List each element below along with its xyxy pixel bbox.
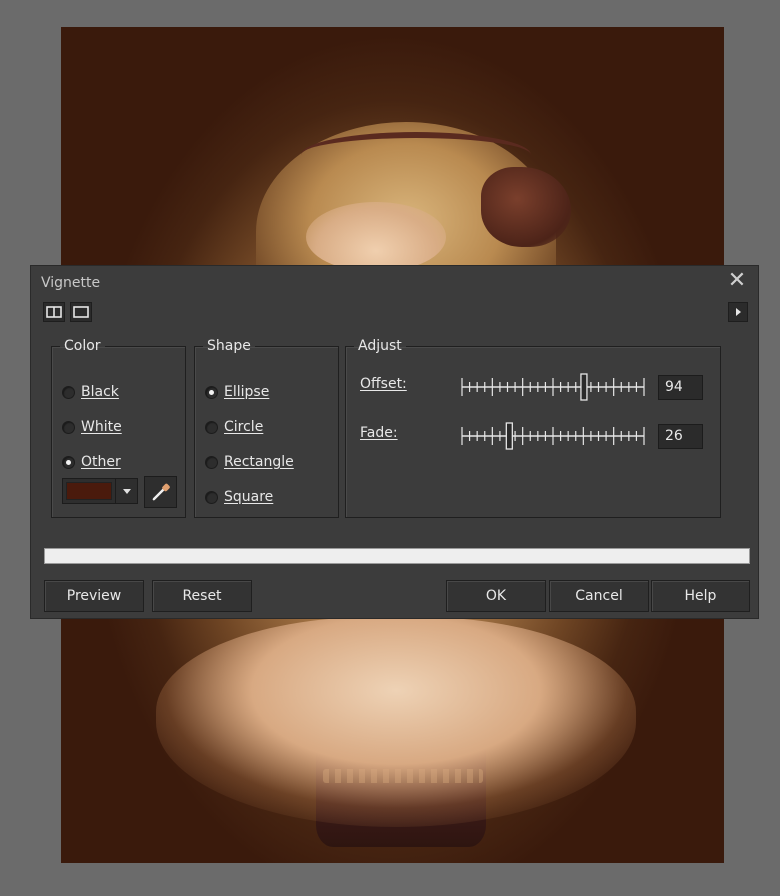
eyedropper-button[interactable] [144, 476, 177, 508]
radio-rectangle-label: Rectangle [224, 454, 294, 470]
radio-indicator [62, 420, 75, 434]
close-icon[interactable]: ✕ [726, 270, 748, 292]
adjust-group-legend: Adjust [358, 338, 402, 354]
photo-hands [156, 617, 636, 827]
color-swatch [66, 482, 112, 500]
radio-black[interactable]: Black [62, 382, 119, 402]
radio-indicator [205, 490, 218, 504]
radio-indicator-selected [62, 455, 75, 469]
eyedropper-icon [152, 483, 170, 501]
color-group-legend: Color [64, 338, 101, 354]
radio-circle[interactable]: Circle [205, 417, 263, 437]
reset-button[interactable]: Reset [152, 580, 252, 612]
radio-circle-label: Circle [224, 419, 264, 435]
radio-white[interactable]: White [62, 417, 122, 437]
radio-ellipse-label: Ellipse [224, 384, 270, 400]
split-view-icon[interactable] [43, 302, 65, 322]
shape-group: Shape Ellipse Circle Rectangle Square [194, 338, 339, 518]
radio-indicator [205, 455, 218, 469]
offset-slider[interactable] [458, 372, 648, 402]
radio-indicator [62, 385, 75, 399]
vignette-dialog: Vignette ✕ Color Black White Other Shape… [30, 265, 759, 619]
slider-thumb[interactable] [505, 422, 513, 450]
single-view-icon[interactable] [70, 302, 92, 322]
help-button[interactable]: Help [651, 580, 750, 612]
color-picker-combo[interactable] [62, 478, 138, 504]
radio-rectangle[interactable]: Rectangle [205, 452, 294, 472]
dialog-title: Vignette [41, 275, 101, 291]
radio-other[interactable]: Other [62, 452, 121, 472]
chevron-down-icon[interactable] [115, 479, 137, 503]
preview-button[interactable]: Preview [44, 580, 144, 612]
radio-square-label: Square [224, 489, 274, 505]
offset-label: Offset: [360, 376, 407, 392]
radio-ellipse[interactable]: Ellipse [205, 382, 269, 402]
radio-black-label: Black [81, 384, 119, 400]
play-arrow-icon[interactable] [728, 302, 748, 322]
fade-slider[interactable] [458, 421, 648, 451]
radio-square[interactable]: Square [205, 487, 273, 507]
radio-indicator-selected [205, 385, 218, 399]
fade-value-field[interactable]: 26 [658, 424, 703, 449]
cancel-button[interactable]: Cancel [549, 580, 649, 612]
ok-button[interactable]: OK [446, 580, 546, 612]
fade-label: Fade: [360, 425, 398, 441]
radio-other-label: Other [81, 454, 121, 470]
adjust-group: Adjust Offset: 94 Fade: 26 [345, 338, 721, 518]
color-group: Color Black White Other [51, 338, 186, 518]
progress-bar [44, 548, 750, 564]
shape-group-legend: Shape [207, 338, 251, 354]
radio-indicator [205, 420, 218, 434]
photo-face [306, 202, 446, 272]
offset-value-field[interactable]: 94 [658, 375, 703, 400]
radio-white-label: White [81, 419, 122, 435]
slider-thumb[interactable] [580, 373, 588, 401]
